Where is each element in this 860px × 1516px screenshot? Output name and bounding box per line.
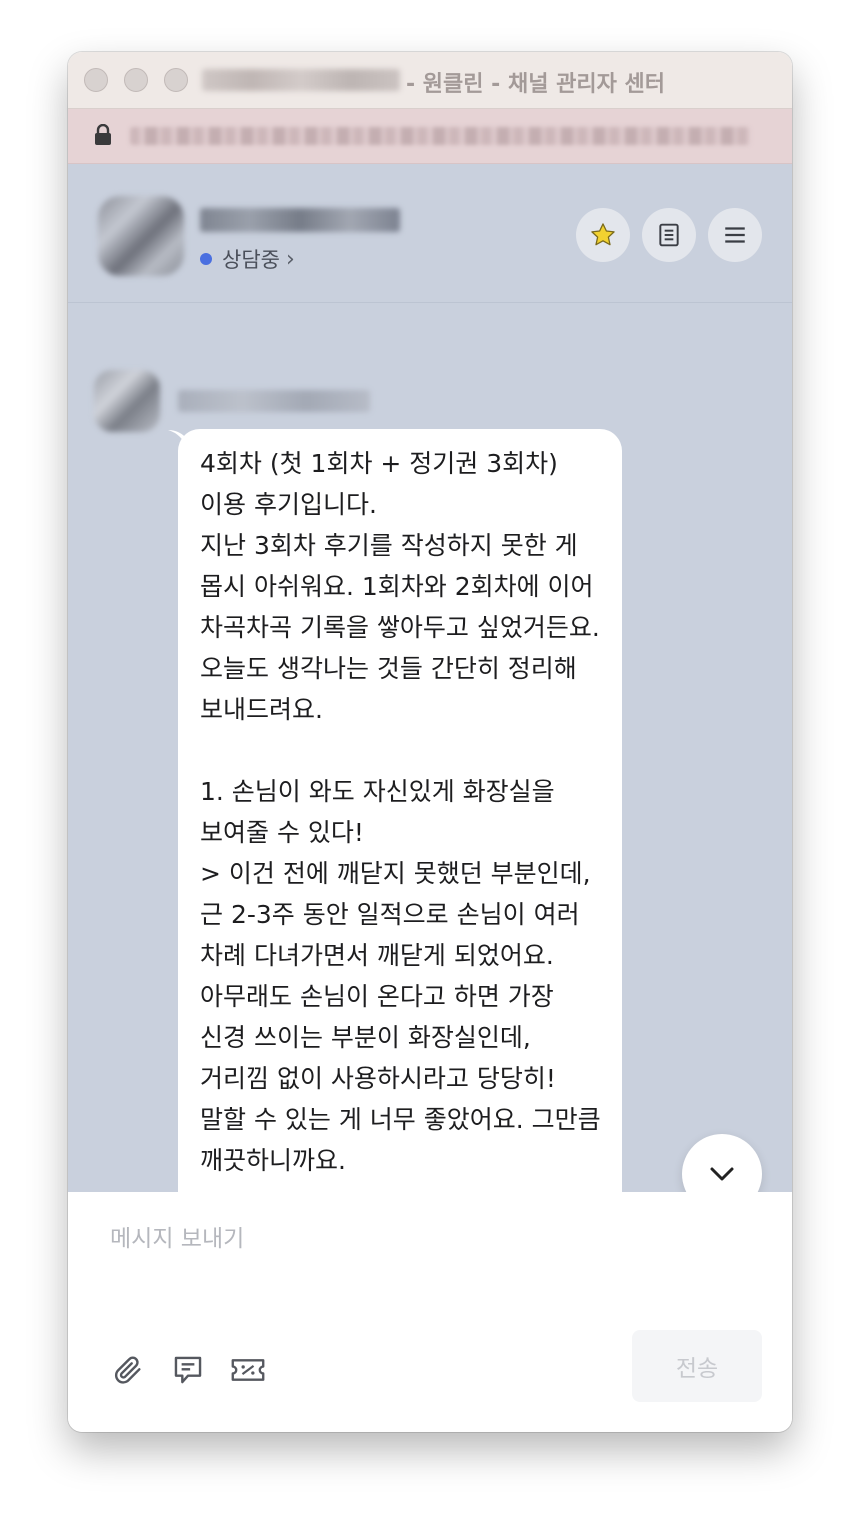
- minimize-window-button[interactable]: [124, 68, 148, 92]
- menu-icon: [725, 227, 745, 243]
- notes-icon: [659, 223, 679, 247]
- chevron-right-icon: ›: [285, 246, 295, 272]
- notes-button[interactable]: [642, 208, 696, 262]
- chat-area: 상담중 › 4회차 (첫 1회차 + 정기권 3회차) 이용 후기입니다. 지난…: [68, 164, 792, 1192]
- quick-reply-icon: [174, 1356, 202, 1384]
- app-window: - 원클린 - 채널 관리자 센터 상담중 › 4회차 (첫 1회차 + 정기권…: [68, 52, 792, 1432]
- message-input[interactable]: [108, 1220, 752, 1258]
- window-title: - 원클린 - 채널 관리자 센터: [406, 72, 665, 97]
- status-label: 상담중: [222, 248, 280, 272]
- lock-icon: [95, 124, 111, 145]
- sender-avatar[interactable]: [94, 370, 160, 432]
- coupon-button[interactable]: [228, 1350, 268, 1390]
- star-icon: [591, 223, 615, 246]
- customer-avatar[interactable]: [98, 196, 184, 276]
- coupon-icon: [231, 1359, 265, 1381]
- sender-name-redacted: [178, 390, 370, 412]
- status-dot: [200, 253, 212, 265]
- address-bar[interactable]: [68, 109, 792, 164]
- window-title-redacted: [202, 69, 400, 91]
- favorite-button[interactable]: [576, 208, 630, 262]
- message-bubble[interactable]: 4회차 (첫 1회차 + 정기권 3회차) 이용 후기입니다. 지난 3회차 후…: [178, 429, 622, 1192]
- attachment-icon: [114, 1356, 141, 1384]
- zoom-window-button[interactable]: [164, 68, 188, 92]
- close-window-button[interactable]: [84, 68, 108, 92]
- chevron-down-icon: [710, 1167, 734, 1181]
- quick-reply-button[interactable]: [168, 1350, 208, 1390]
- attach-file-button[interactable]: [108, 1350, 148, 1390]
- title-bar: - 원클린 - 채널 관리자 센터: [68, 52, 792, 109]
- consultation-status[interactable]: 상담중 ›: [200, 244, 295, 274]
- send-button[interactable]: 전송: [632, 1330, 762, 1402]
- customer-name-redacted: [200, 208, 400, 232]
- scroll-to-bottom-button[interactable]: [682, 1134, 762, 1192]
- message-composer: 전송: [68, 1192, 792, 1432]
- url-redacted: [130, 127, 750, 145]
- menu-button[interactable]: [708, 208, 762, 262]
